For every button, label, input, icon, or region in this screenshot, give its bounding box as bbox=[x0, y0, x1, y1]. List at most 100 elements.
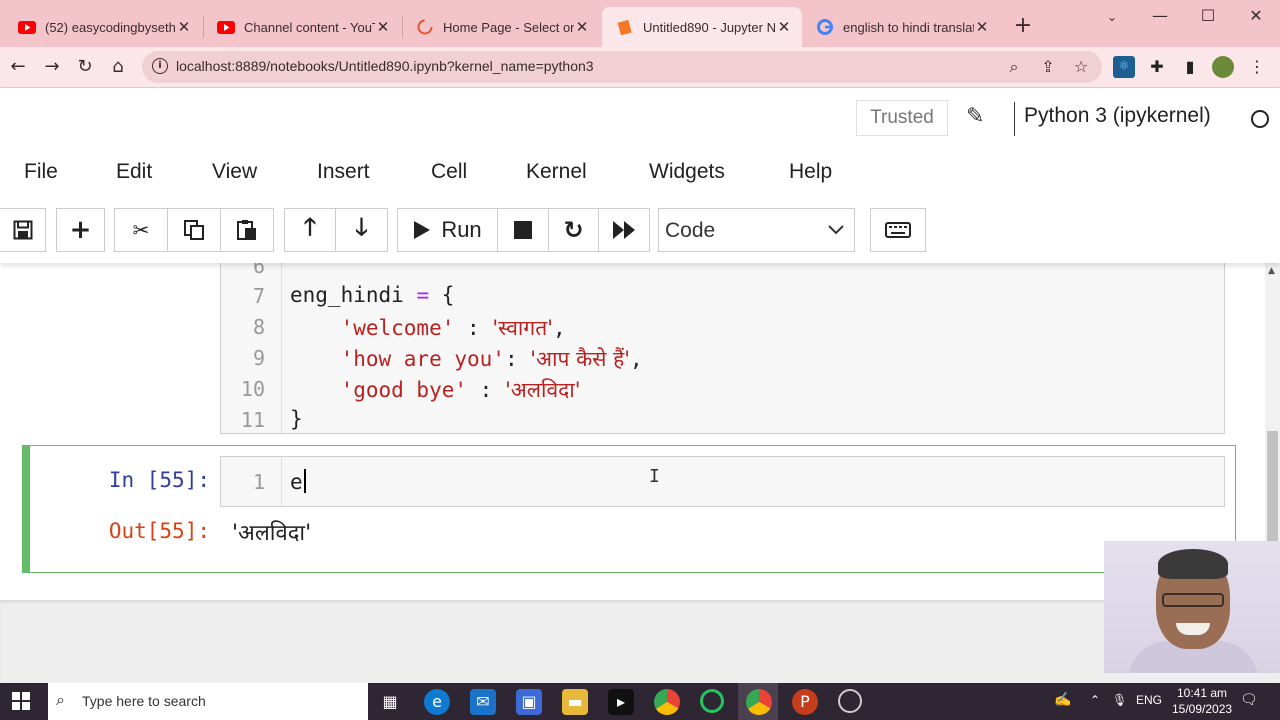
share-icon[interactable]: ⇪ bbox=[1038, 57, 1058, 76]
profile-avatar[interactable] bbox=[1212, 56, 1234, 78]
menu-file[interactable]: File bbox=[24, 160, 58, 184]
menu-widgets[interactable]: Widgets bbox=[649, 160, 725, 184]
move-down-button[interactable]: 🡓 bbox=[335, 208, 388, 252]
notification-icon[interactable]: 🗨 bbox=[1240, 691, 1258, 708]
home-icon[interactable]: ⌂ bbox=[106, 55, 130, 79]
trusted-indicator[interactable]: Trusted bbox=[856, 100, 948, 136]
obs-icon[interactable] bbox=[838, 689, 862, 713]
paste-button[interactable] bbox=[220, 208, 274, 252]
tray-chevron-up-icon[interactable]: ⌃ bbox=[1090, 693, 1100, 707]
presenter-hair bbox=[1158, 549, 1228, 579]
chrome-icon[interactable] bbox=[654, 689, 680, 715]
forward-icon[interactable]: → bbox=[40, 55, 64, 79]
copy-button[interactable] bbox=[167, 208, 221, 252]
taskbar-search[interactable]: ⌕ Type here to search bbox=[48, 683, 368, 720]
menu-insert[interactable]: Insert bbox=[317, 160, 370, 184]
close-tab-icon[interactable]: ✕ bbox=[776, 18, 792, 36]
browser-tab-google[interactable]: english to hindi translati ✕ bbox=[802, 7, 1000, 47]
menu-help[interactable]: Help bbox=[789, 160, 832, 184]
webcam-overlay bbox=[1104, 541, 1280, 673]
react-devtools-icon[interactable]: ⚛ bbox=[1113, 56, 1135, 78]
zoom-icon[interactable]: ⌕ bbox=[1004, 57, 1024, 77]
language-indicator[interactable]: ENG bbox=[1136, 693, 1162, 707]
address-bar[interactable]: i localhost:8889/notebooks/Untitled890.i… bbox=[142, 51, 1102, 83]
mail-icon[interactable]: ✉ bbox=[470, 689, 496, 715]
menu-cell[interactable]: Cell bbox=[431, 160, 467, 184]
taskbar-clock[interactable]: 10:41 am 15/09/2023 bbox=[1172, 685, 1232, 717]
youtube-icon bbox=[217, 18, 235, 36]
restart-run-all-button[interactable] bbox=[598, 208, 650, 252]
cell-type-select[interactable]: Code bbox=[658, 208, 855, 252]
scroll-up-icon[interactable]: ▲ bbox=[1268, 266, 1275, 276]
cell-output-text: 'अलविदा' bbox=[232, 521, 312, 546]
close-tab-icon[interactable]: ✕ bbox=[375, 18, 391, 36]
pen-icon[interactable]: ✍ bbox=[1054, 691, 1071, 708]
search-icon: ⌕ bbox=[56, 690, 65, 709]
move-up-button[interactable]: 🡑 bbox=[284, 208, 336, 252]
scrollbar-thumb[interactable] bbox=[1267, 431, 1278, 541]
text-caret bbox=[303, 469, 306, 493]
fast-forward-icon bbox=[613, 221, 635, 239]
paste-icon bbox=[237, 220, 256, 240]
code-line: 'good bye' : 'अलविदा' bbox=[340, 378, 581, 402]
arrow-up-icon: 🡑 bbox=[303, 212, 317, 241]
file-explorer-icon[interactable]: ▬ bbox=[562, 689, 588, 715]
close-tab-icon[interactable]: ✕ bbox=[176, 18, 192, 36]
browser-tab-youtube-2[interactable]: Channel content - YouTu ✕ bbox=[203, 7, 401, 47]
close-tab-icon[interactable]: ✕ bbox=[974, 18, 990, 36]
restart-icon: ↻ bbox=[563, 216, 584, 244]
interrupt-button[interactable] bbox=[497, 208, 549, 252]
side-panel-icon[interactable]: ▮ bbox=[1179, 56, 1201, 78]
browser-tab-home[interactable]: Home Page - Select or c ✕ bbox=[402, 7, 600, 47]
powerpoint-icon[interactable]: P bbox=[792, 689, 818, 715]
notebook-toolbar: + ✂ 🡑 🡓 Run ↻ Code bbox=[0, 208, 1280, 252]
menu-view[interactable]: View bbox=[212, 160, 257, 184]
line-number: 11 bbox=[240, 408, 265, 432]
line-number: 1 bbox=[252, 470, 265, 494]
edge-icon[interactable]: e bbox=[424, 689, 450, 715]
microphone-icon[interactable]: 🎙 bbox=[1112, 693, 1127, 707]
code-line: 'how are you': 'आप कैसे हैं', bbox=[340, 347, 643, 371]
code-editor-text[interactable]: e bbox=[290, 469, 306, 494]
mouse-ibeam-cursor-icon: I bbox=[649, 466, 660, 487]
menu-kernel[interactable]: Kernel bbox=[526, 160, 587, 184]
extensions-puzzle-icon[interactable]: ✚ bbox=[1146, 56, 1168, 78]
code-cell-input-prev[interactable]: 6 7 8 9 10 11 eng_hindi = { 'welcome' : … bbox=[220, 263, 1225, 434]
back-icon[interactable]: ← bbox=[6, 55, 30, 79]
task-view-icon[interactable]: ▦ bbox=[377, 689, 403, 715]
bookmark-star-icon[interactable]: ☆ bbox=[1071, 57, 1091, 76]
edit-pencil-icon[interactable]: ✎ bbox=[966, 104, 984, 129]
kernel-separator bbox=[1014, 102, 1015, 136]
maximize-icon[interactable]: ☐ bbox=[1196, 6, 1220, 25]
keyboard-icon bbox=[885, 222, 911, 238]
insert-cell-button[interactable]: + bbox=[56, 208, 105, 252]
reload-icon[interactable]: ↻ bbox=[73, 55, 97, 79]
run-button[interactable]: Run bbox=[397, 208, 498, 252]
chrome-active-icon[interactable] bbox=[746, 689, 772, 715]
menu-edit[interactable]: Edit bbox=[116, 160, 152, 184]
restart-button[interactable]: ↻ bbox=[548, 208, 599, 252]
plus-icon: + bbox=[69, 215, 92, 245]
window-close-icon[interactable]: ✕ bbox=[1244, 6, 1268, 25]
browser-tab-youtube-1[interactable]: (52) easycodingbysethu ✕ bbox=[4, 7, 202, 47]
kernel-name[interactable]: Python 3 (ipykernel) bbox=[1024, 104, 1211, 128]
camtasia-icon[interactable] bbox=[700, 689, 724, 713]
code-cell-input[interactable]: 1 e bbox=[220, 456, 1225, 507]
line-number: 6 bbox=[252, 263, 265, 278]
save-button[interactable] bbox=[0, 208, 46, 252]
cut-button[interactable]: ✂ bbox=[114, 208, 168, 252]
close-tab-icon[interactable]: ✕ bbox=[574, 18, 590, 36]
browser-tab-jupyter[interactable]: Untitled890 - Jupyter N ✕ bbox=[602, 7, 802, 47]
site-info-icon[interactable]: i bbox=[152, 58, 168, 74]
code-line: } bbox=[290, 407, 303, 431]
windows-start-icon[interactable] bbox=[12, 692, 31, 711]
youtube-icon bbox=[18, 18, 36, 36]
store-icon[interactable]: ▣ bbox=[516, 689, 542, 715]
minimize-icon[interactable]: — bbox=[1148, 6, 1172, 25]
browser-menu-icon[interactable]: ⋮ bbox=[1246, 56, 1268, 78]
tab-search-chevron-icon[interactable]: ⌄ bbox=[1100, 10, 1124, 24]
terminal-icon[interactable]: ▸ bbox=[608, 689, 634, 715]
presenter-glasses bbox=[1162, 593, 1224, 607]
new-tab-icon[interactable]: + bbox=[1012, 14, 1034, 38]
command-palette-button[interactable] bbox=[870, 208, 926, 252]
